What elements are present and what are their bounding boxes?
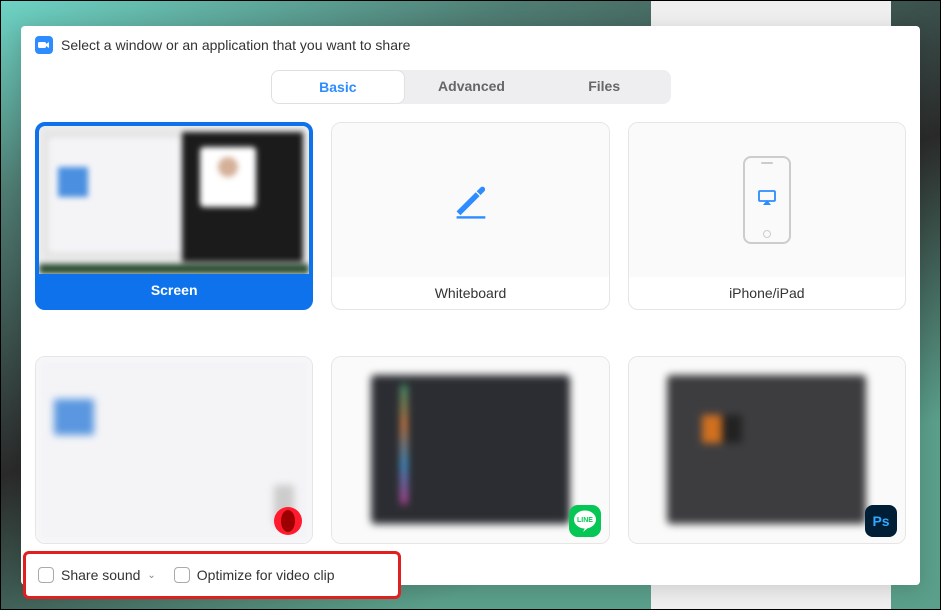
tab-advanced[interactable]: Advanced	[405, 70, 538, 104]
opera-icon	[272, 505, 304, 537]
share-option-app-photoshop[interactable]: Ps	[628, 356, 906, 544]
photoshop-icon: Ps	[865, 505, 897, 537]
iphone-preview	[629, 123, 905, 277]
iphone-label: iPhone/iPad	[629, 277, 905, 309]
screen-preview	[39, 126, 309, 274]
share-sound-option[interactable]: Share sound ⌄	[38, 567, 156, 583]
chevron-down-icon[interactable]: ⌄	[147, 570, 155, 581]
zoom-logo-icon	[35, 36, 53, 54]
svg-text:LINE: LINE	[577, 517, 593, 524]
share-sound-label: Share sound	[61, 567, 140, 583]
share-option-iphone[interactable]: iPhone/iPad	[628, 122, 906, 310]
footer-highlight-box: Share sound ⌄ Optimize for video clip	[23, 551, 401, 599]
whiteboard-preview	[332, 123, 608, 277]
app-opera-preview	[36, 357, 312, 543]
share-sound-checkbox[interactable]	[38, 567, 54, 583]
pen-icon	[447, 175, 493, 226]
app-ps-preview: Ps	[629, 357, 905, 543]
share-option-whiteboard[interactable]: Whiteboard	[331, 122, 609, 310]
screen-label: Screen	[39, 274, 309, 306]
optimize-video-option[interactable]: Optimize for video clip	[174, 567, 335, 583]
share-option-app-opera[interactable]	[35, 356, 313, 544]
line-icon: LINE	[569, 505, 601, 537]
share-options-grid: Screen Whiteboard iPhone/iPad	[35, 122, 906, 571]
phone-icon	[743, 156, 791, 244]
tab-basic[interactable]: Basic	[271, 70, 406, 104]
tab-files[interactable]: Files	[538, 70, 671, 104]
dialog-title: Select a window or an application that y…	[61, 37, 410, 53]
share-option-app-line[interactable]: LINE	[331, 356, 609, 544]
optimize-checkbox[interactable]	[174, 567, 190, 583]
airplay-icon	[758, 190, 776, 211]
app-line-preview: LINE	[332, 357, 608, 543]
share-dialog: Select a window or an application that y…	[21, 26, 920, 585]
share-mode-tabs: Basic Advanced Files	[271, 70, 671, 104]
optimize-label: Optimize for video clip	[197, 567, 335, 583]
share-option-screen[interactable]: Screen	[35, 122, 313, 310]
dialog-header: Select a window or an application that y…	[35, 34, 906, 62]
whiteboard-label: Whiteboard	[332, 277, 608, 309]
